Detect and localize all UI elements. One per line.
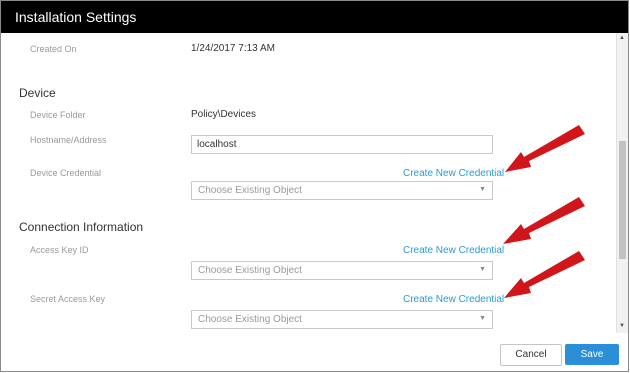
red-arrow-icon [505, 125, 585, 172]
red-arrow-icon [503, 197, 585, 244]
installation-settings-dialog: Installation Settings Created On 1/24/20… [0, 0, 629, 372]
annotation-arrows [503, 125, 585, 298]
red-arrow-icon [504, 251, 585, 298]
